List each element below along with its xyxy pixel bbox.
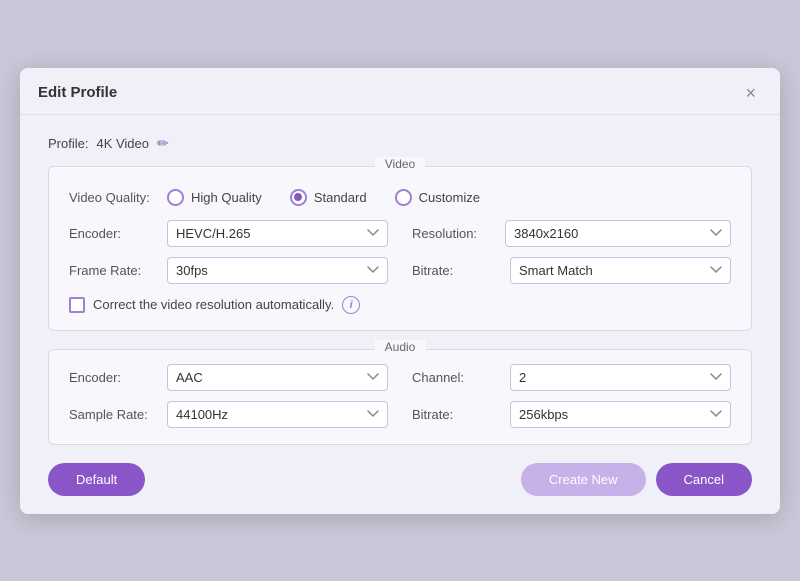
radio-high-quality-label: High Quality: [191, 190, 262, 205]
encoder-label: Encoder:: [69, 226, 159, 241]
channel-select[interactable]: 2 1 6: [510, 364, 731, 391]
frame-rate-select[interactable]: 30fps 24fps 60fps 29.97fps: [167, 257, 388, 284]
create-new-button[interactable]: Create New: [521, 463, 646, 496]
profile-label: Profile:: [48, 136, 88, 151]
audio-bitrate-select[interactable]: 256kbps 128kbps 192kbps 320kbps: [510, 401, 731, 428]
sample-rate-label: Sample Rate:: [69, 407, 159, 422]
audio-encoder-select[interactable]: AAC MP3 AC3 FLAC: [167, 364, 388, 391]
video-bitrate-field-row: Bitrate: Smart Match Custom High Medium …: [412, 257, 731, 284]
audio-bitrate-label: Bitrate:: [412, 407, 502, 422]
radio-high-quality-outer: [167, 189, 184, 206]
profile-row: Profile: 4K Video ✏: [48, 135, 752, 152]
video-quality-label: Video Quality:: [69, 190, 159, 205]
audio-encoder-field-row: Encoder: AAC MP3 AC3 FLAC: [69, 364, 388, 391]
radio-high-quality[interactable]: High Quality: [167, 189, 262, 206]
resolution-select[interactable]: 3840x2160 1920x1080 1280x720 Custom: [505, 220, 731, 247]
radio-standard-inner: [294, 193, 302, 201]
cancel-button[interactable]: Cancel: [656, 463, 752, 496]
frame-rate-label: Frame Rate:: [69, 263, 159, 278]
title-bar: Edit Profile ×: [20, 68, 780, 115]
radio-customize-label: Customize: [419, 190, 480, 205]
radio-standard-outer: [290, 189, 307, 206]
edit-profile-icon[interactable]: ✏: [157, 135, 169, 152]
audio-fields-grid: Encoder: AAC MP3 AC3 FLAC Channel: 2 1 6: [69, 364, 731, 428]
radio-standard[interactable]: Standard: [290, 189, 367, 206]
audio-encoder-label: Encoder:: [69, 370, 159, 385]
profile-value: 4K Video: [96, 136, 149, 151]
frame-rate-field-row: Frame Rate: 30fps 24fps 60fps 29.97fps: [69, 257, 388, 284]
checkbox-row: Correct the video resolution automatical…: [69, 296, 731, 314]
audio-section: Audio Encoder: AAC MP3 AC3 FLAC Channel:…: [48, 349, 752, 445]
radio-customize-outer: [395, 189, 412, 206]
resolution-label: Resolution:: [412, 226, 497, 241]
video-section-title: Video: [375, 157, 425, 171]
radio-standard-label: Standard: [314, 190, 367, 205]
encoder-field-row: Encoder: HEVC/H.265 H.264 MPEG-4 VP9: [69, 220, 388, 247]
audio-section-title: Audio: [375, 340, 426, 354]
auto-correct-checkbox[interactable]: [69, 297, 85, 313]
radio-customize[interactable]: Customize: [395, 189, 480, 206]
auto-correct-label: Correct the video resolution automatical…: [93, 297, 334, 312]
channel-field-row: Channel: 2 1 6: [412, 364, 731, 391]
resolution-field-row: Resolution: 3840x2160 1920x1080 1280x720…: [412, 220, 731, 247]
info-icon[interactable]: i: [342, 296, 360, 314]
edit-profile-dialog: Edit Profile × Profile: 4K Video ✏ Video…: [20, 68, 780, 514]
video-bitrate-label: Bitrate:: [412, 263, 502, 278]
video-fields-grid: Encoder: HEVC/H.265 H.264 MPEG-4 VP9 Res…: [69, 220, 731, 284]
button-row: Default Create New Cancel: [48, 463, 752, 496]
sample-rate-field-row: Sample Rate: 44100Hz 48000Hz 22050Hz: [69, 401, 388, 428]
dialog-title: Edit Profile: [38, 84, 117, 101]
default-button[interactable]: Default: [48, 463, 145, 496]
encoder-select[interactable]: HEVC/H.265 H.264 MPEG-4 VP9: [167, 220, 388, 247]
sample-rate-select[interactable]: 44100Hz 48000Hz 22050Hz: [167, 401, 388, 428]
video-section: Video Video Quality: High Quality Standa…: [48, 166, 752, 331]
channel-label: Channel:: [412, 370, 502, 385]
audio-bitrate-field-row: Bitrate: 256kbps 128kbps 192kbps 320kbps: [412, 401, 731, 428]
video-bitrate-select[interactable]: Smart Match Custom High Medium Low: [510, 257, 731, 284]
dialog-body: Profile: 4K Video ✏ Video Video Quality:…: [20, 115, 780, 514]
close-button[interactable]: ×: [739, 82, 762, 104]
right-buttons: Create New Cancel: [521, 463, 752, 496]
